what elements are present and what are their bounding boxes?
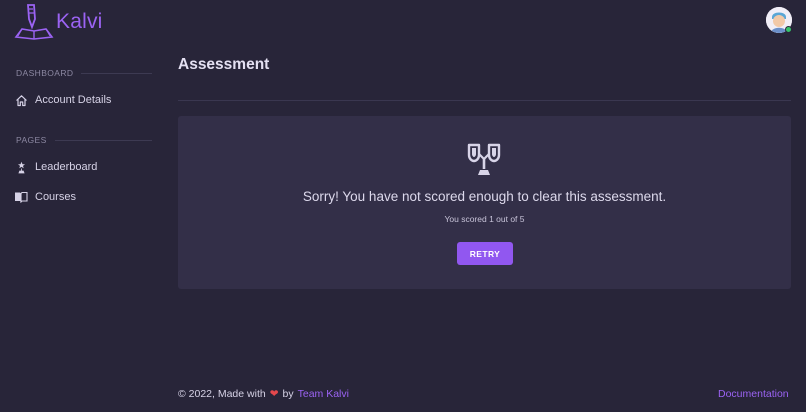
sidebar: Kalvi DASHBOARD Account Details PAGES Le… [0, 0, 164, 412]
book-icon [14, 190, 28, 204]
retry-button[interactable]: RETRY [457, 242, 513, 265]
sidebar-item-label: Account Details [35, 94, 112, 106]
title-divider [178, 100, 791, 101]
footer-credits: © 2022, Made with ❤ by Team Kalvi [178, 388, 349, 400]
sidebar-item-label: Courses [35, 191, 76, 203]
section-header-label: PAGES [16, 135, 47, 145]
team-kalvi-link[interactable]: Team Kalvi [298, 388, 349, 400]
sidebar-item-leaderboard[interactable]: Leaderboard [14, 160, 97, 174]
assessment-result-card: Sorry! You have not scored enough to cle… [178, 116, 791, 289]
star-trophy-icon [14, 160, 28, 174]
brand-name: Kalvi [56, 10, 103, 33]
section-header-label: DASHBOARD [16, 68, 74, 78]
by-text: by [282, 388, 294, 400]
sidebar-item-label: Leaderboard [35, 161, 98, 173]
result-message: Sorry! You have not scored enough to cle… [302, 189, 667, 204]
home-icon [14, 93, 28, 107]
section-divider [81, 72, 152, 74]
page-title: Assessment [178, 56, 270, 73]
copyright-text: © 2022, Made with [178, 388, 266, 400]
online-status-dot [785, 26, 792, 33]
score-text: You scored 1 out of 5 [444, 214, 525, 224]
sidebar-section-dashboard: DASHBOARD [16, 68, 152, 78]
kalvi-logo-icon [14, 4, 54, 40]
heart-icon: ❤ [269, 388, 279, 400]
documentation-link[interactable]: Documentation [718, 388, 789, 400]
sidebar-item-courses[interactable]: Courses [14, 190, 76, 204]
sidebar-section-pages: PAGES [16, 135, 152, 145]
trophy-icon [466, 142, 502, 178]
section-divider [54, 139, 152, 141]
sidebar-item-account-details[interactable]: Account Details [14, 93, 111, 107]
brand-logo[interactable]: Kalvi [14, 3, 103, 41]
app-root: Kalvi DASHBOARD Account Details PAGES Le… [0, 0, 806, 412]
